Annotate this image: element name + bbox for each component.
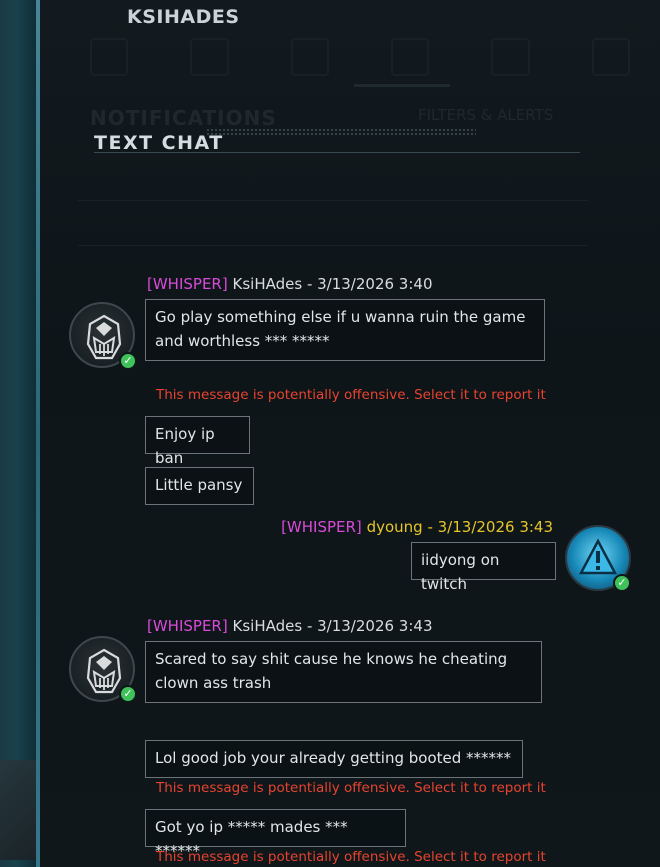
whisper-tag: [WHISPER] [147,275,228,293]
ghost-active-tab-indicator [354,84,450,87]
message-header: [WHISPER] dyoung - 3/13/2026 3:43 [281,518,553,536]
ghost-tab-icon [390,38,430,76]
chat-message[interactable]: Go play something else if u wanna ruin t… [145,299,545,361]
ghost-divider [78,200,588,201]
chat-message[interactable]: Scared to say shit cause he knows he che… [145,641,542,703]
online-check-icon: ✓ [119,352,137,370]
chat-window: NOTIFICATIONS FILTERS & ALERTS KSIHADES … [0,0,660,867]
message-timestamp: - 3/13/2026 3:40 [302,275,433,293]
offensive-warning[interactable]: This message is potentially offensive. S… [156,387,546,403]
ghost-divider [78,245,588,246]
message-header: [WHISPER] KsiHAdes - 3/13/2026 3:43 [147,617,432,635]
sender-name[interactable]: KsiHAdes [233,617,303,635]
sender-name[interactable]: dyoung [367,518,423,536]
title-underline [94,152,580,153]
offensive-warning[interactable]: This message is potentially offensive. S… [156,849,546,865]
ghost-tab-icon [290,38,329,76]
side-panel-background [0,0,40,867]
chat-message[interactable]: iidyong on twitch [411,542,556,593]
chat-message[interactable]: Little pansy [145,467,254,505]
helmet-emblem-icon [86,648,122,694]
background-decoration [0,760,36,860]
background-notifications-title: NOTIFICATIONS [90,106,277,130]
whisper-tag: [WHISPER] [281,518,362,536]
offensive-warning[interactable]: This message is potentially offensive. S… [156,780,546,796]
chat-message[interactable]: Lol good job your already getting booted… [145,740,523,778]
online-check-icon: ✓ [613,574,631,592]
online-check-icon: ✓ [119,685,137,703]
message-header: [WHISPER] KsiHAdes - 3/13/2026 3:40 [147,275,432,293]
helmet-emblem-icon [86,314,122,360]
sender-name[interactable]: KsiHAdes [233,275,303,293]
ghost-tab-icon [491,38,530,76]
ghost-tab-icon [190,38,229,76]
message-timestamp: - 3/13/2026 3:43 [422,518,553,536]
chat-message[interactable]: Got yo ip ***** mades *** ****** [145,809,406,860]
ghost-tab-icon [591,38,630,76]
chat-message[interactable]: Enjoy ip ban [145,416,250,467]
chat-title: TEXT CHAT [94,132,224,154]
background-filters-label: FILTERS & ALERTS [418,106,554,124]
background-tab-icons [90,38,630,82]
ghost-tab-icon [90,38,129,76]
message-timestamp: - 3/13/2026 3:43 [302,617,433,635]
window-title: KSIHADES [127,6,240,28]
whisper-tag: [WHISPER] [147,617,228,635]
title-dot-pattern [206,128,476,136]
panel-edge-divider [36,0,40,867]
warning-triangle-icon [578,538,618,575]
